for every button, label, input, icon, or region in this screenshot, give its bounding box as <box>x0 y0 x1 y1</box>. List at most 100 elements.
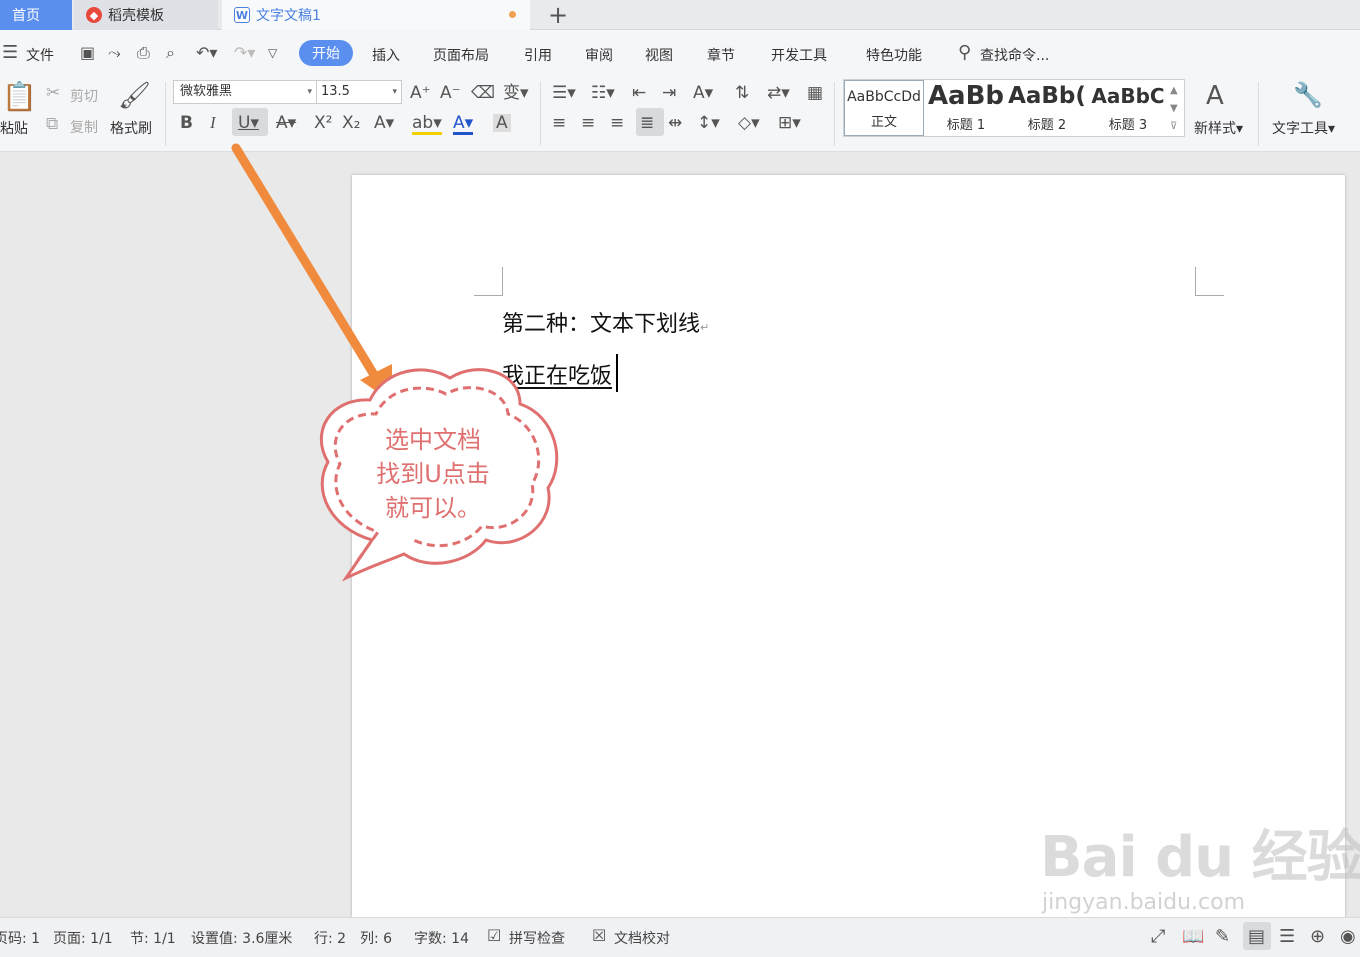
fullscreen-icon[interactable]: ⤢ <box>1151 926 1165 947</box>
style-heading-2[interactable]: AaBb( 标题 2 <box>1007 80 1087 136</box>
italic-icon[interactable]: I <box>210 114 216 132</box>
pinyin-guide-icon[interactable]: 变▾ <box>503 84 529 102</box>
menu-home[interactable]: 开始 <box>299 40 353 66</box>
style-normal[interactable]: AaBbCcDd 正文 <box>844 80 924 136</box>
font-name-select[interactable]: 微软雅黑 ▾ <box>173 80 317 104</box>
grow-font-icon[interactable]: A⁺ <box>410 84 431 102</box>
document-paragraph-2[interactable]: 我正在吃饭 <box>502 358 612 390</box>
proofread-button[interactable]: 文档校对 <box>614 928 670 948</box>
style-heading-1[interactable]: AaBb 标题 1 <box>926 80 1006 136</box>
status-page-number[interactable]: 页码: 1 <box>0 928 40 948</box>
quick-access-more-icon[interactable]: ▽ <box>268 46 277 60</box>
shading-icon[interactable]: ◇▾ <box>738 114 760 132</box>
undo-icon[interactable]: ↶▾ <box>196 43 217 62</box>
gallery-down-icon[interactable]: ▼ <box>1170 100 1178 118</box>
align-center-icon[interactable]: ≡ <box>581 114 595 132</box>
print-preview-icon[interactable]: ⌕ <box>166 43 175 63</box>
status-word-count[interactable]: 字数: 14 <box>414 928 469 948</box>
font-size-select[interactable]: 13.5 ▾ <box>316 80 402 104</box>
line-spacing-icon[interactable]: ↕▾ <box>697 114 720 132</box>
menu-features[interactable]: 特色功能 <box>866 45 922 65</box>
spell-check-button[interactable]: 拼写检查 <box>509 928 565 948</box>
superscript-icon[interactable]: X² <box>314 114 332 132</box>
justify-icon[interactable]: ≣ <box>640 114 654 132</box>
sort-icon[interactable]: ⇅ <box>735 84 749 102</box>
decrease-indent-icon[interactable]: ⇤ <box>632 84 646 102</box>
distribute-icon[interactable]: ⇹ <box>668 114 682 132</box>
copy-icon[interactable]: ⧉ <box>46 115 58 133</box>
search-icon[interactable]: ⚲ <box>958 42 971 63</box>
borders-icon[interactable]: ⊞▾ <box>778 114 801 132</box>
print-icon[interactable]: ⎙ <box>137 43 150 63</box>
char-shading-icon[interactable]: A <box>493 114 511 132</box>
align-right-icon[interactable]: ≡ <box>610 114 624 132</box>
text-effect-icon[interactable]: A▾ <box>374 114 394 132</box>
spell-check-icon[interactable]: ☑ <box>487 926 501 945</box>
tab-docer-templates[interactable]: ◆ 稻壳模板 <box>74 0 218 30</box>
redo-icon[interactable]: ↷▾ <box>234 43 255 62</box>
status-section[interactable]: 节: 1/1 <box>130 928 176 948</box>
format-painter-icon[interactable]: 🖌 <box>118 82 151 110</box>
align-left-icon[interactable]: ≡ <box>552 114 566 132</box>
menu-review[interactable]: 审阅 <box>585 45 613 65</box>
tab-document[interactable]: W 文字文稿1 <box>222 0 530 30</box>
subscript-icon[interactable]: X₂ <box>342 114 360 132</box>
cut-label[interactable]: 剪切 <box>70 86 98 106</box>
text-tools-label[interactable]: 文字工具▾ <box>1272 118 1335 138</box>
wrench-icon[interactable]: 🔧 <box>1293 82 1323 108</box>
page-view-icon[interactable]: ▤ <box>1248 926 1265 947</box>
gallery-expand-icon[interactable]: ⊽ <box>1170 118 1177 136</box>
tab-document-label: 文字文稿1 <box>256 8 321 24</box>
menu-chapter[interactable]: 章节 <box>707 45 735 65</box>
read-mode-icon[interactable]: 📖 <box>1182 926 1204 947</box>
command-search[interactable]: 查找命令... <box>980 45 1049 65</box>
divider <box>834 82 835 146</box>
increase-indent-icon[interactable]: ⇥ <box>662 84 676 102</box>
shrink-font-icon[interactable]: A⁻ <box>440 84 461 102</box>
eye-protection-icon[interactable]: ◉ <box>1340 926 1356 947</box>
status-pages[interactable]: 页面: 1/1 <box>53 928 113 948</box>
new-tab-button[interactable]: + <box>540 0 576 30</box>
menu-developer[interactable]: 开发工具 <box>771 45 827 65</box>
table-icon[interactable]: ▦ <box>807 84 823 102</box>
new-style-icon[interactable]: A <box>1206 82 1224 110</box>
proofread-icon[interactable]: ☒ <box>592 926 606 945</box>
menu-view[interactable]: 视图 <box>645 45 673 65</box>
status-bar: 页码: 1 页面: 1/1 节: 1/1 设置值: 3.6厘米 行: 2 列: … <box>0 917 1360 957</box>
gallery-up-icon[interactable]: ▲ <box>1170 82 1178 100</box>
style-heading-3[interactable]: AaBbC 标题 3 <box>1088 80 1168 136</box>
writer-logo-icon: W <box>234 7 250 23</box>
show-marks-icon[interactable]: ⇄▾ <box>767 84 790 102</box>
strikethrough-icon[interactable]: A▾ <box>276 114 296 132</box>
menu-references[interactable]: 引用 <box>524 45 552 65</box>
output-icon[interactable]: ⤳ <box>108 43 121 63</box>
new-style-label[interactable]: 新样式▾ <box>1194 118 1243 138</box>
chinese-layout-icon[interactable]: A▾ <box>693 84 713 102</box>
menu-insert[interactable]: 插入 <box>372 45 400 65</box>
paste-icon[interactable]: 📋 <box>2 82 37 112</box>
underline-icon[interactable]: U▾ <box>238 114 259 132</box>
font-color-icon[interactable]: A▾ <box>453 114 474 135</box>
cut-icon[interactable]: ✂ <box>46 84 60 102</box>
menu-page-layout[interactable]: 页面布局 <box>433 45 489 65</box>
copy-label[interactable]: 复制 <box>70 117 98 137</box>
write-mode-icon[interactable]: ✎ <box>1215 926 1230 947</box>
numbering-icon[interactable]: ☷▾ <box>591 84 615 102</box>
clear-format-icon[interactable]: ⌫ <box>471 84 495 102</box>
tab-home[interactable]: 首页 <box>0 0 72 30</box>
hamburger-icon[interactable]: ☰ <box>2 42 18 63</box>
bold-icon[interactable]: B <box>180 114 193 132</box>
paste-label[interactable]: 粘贴 <box>0 118 28 138</box>
status-row[interactable]: 行: 2 <box>314 928 346 948</box>
format-painter-label[interactable]: 格式刷 <box>110 118 152 138</box>
outline-view-icon[interactable]: ☰ <box>1279 926 1295 947</box>
bullets-icon[interactable]: ☰▾ <box>552 84 576 102</box>
web-view-icon[interactable]: ⊕ <box>1310 926 1325 947</box>
document-paragraph-1[interactable]: 第二种：文本下划线↵ <box>502 306 709 338</box>
save-icon[interactable]: ▣ <box>80 43 95 62</box>
callout-line-3: 就可以。 <box>385 494 481 522</box>
status-setting[interactable]: 设置值: 3.6厘米 <box>191 928 292 948</box>
highlight-icon[interactable]: ab▾ <box>412 114 442 135</box>
status-column[interactable]: 列: 6 <box>360 928 392 948</box>
menu-file[interactable]: 文件 <box>26 45 54 65</box>
